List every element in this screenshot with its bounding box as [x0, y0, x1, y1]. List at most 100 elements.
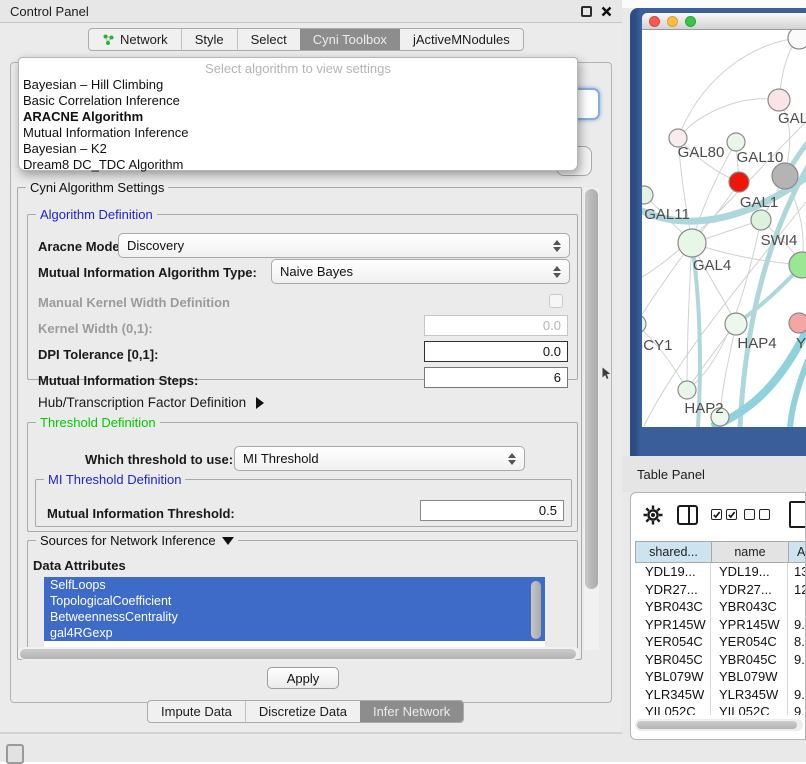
apply-button[interactable]: Apply: [267, 667, 339, 689]
collapse-right-icon: [256, 397, 264, 409]
node-gal4[interactable]: [678, 229, 706, 257]
tab-jactivemnodules[interactable]: jActiveMNodules: [400, 29, 523, 50]
zoom-traffic-light[interactable]: [685, 16, 696, 27]
network-canvas[interactable]: GAL GAL80 GAL10 GAL1 GAL11 SWI4 GAL4 GCY…: [642, 30, 806, 427]
mi-type-combobox[interactable]: Naive Bayes: [271, 259, 570, 284]
node-unlabeled[interactable]: [788, 30, 806, 49]
control-panel-titlebar: Control Panel: [0, 0, 622, 23]
table-row[interactable]: YPR145WYPR145W9.: [635, 616, 806, 634]
algorithm-dropdown-popup: Select algorithm to view settings Bayesi…: [18, 57, 578, 171]
kernel-width-label: Kernel Width (0,1):: [38, 321, 153, 336]
mi-type-value: Naive Bayes: [280, 264, 353, 279]
settings-hscrollbar-thumb[interactable]: [20, 649, 576, 659]
node-label: GAL11: [644, 206, 690, 223]
network-tab-icon: [102, 33, 115, 46]
data-attributes-list[interactable]: SelfLoops TopologicalCoefficient Between…: [44, 577, 545, 647]
network-window-titlebar[interactable]: [642, 13, 806, 30]
table-row[interactable]: YER054CYER054C8.: [635, 633, 806, 651]
node-gal11[interactable]: [642, 186, 653, 204]
node-red[interactable]: [729, 172, 749, 192]
gear-icon[interactable]: [643, 505, 663, 525]
algorithm-option[interactable]: Basic Correlation Inference: [19, 93, 577, 109]
node-gal-pink[interactable]: [768, 89, 790, 111]
table-row[interactable]: YLR345WYLR345W9.: [635, 686, 806, 704]
group-sources-title[interactable]: Sources for Network Inference: [36, 533, 238, 548]
float-panel-icon[interactable]: [581, 6, 592, 17]
table-row[interactable]: YBR045CYBR045C9.: [635, 651, 806, 669]
tab-select[interactable]: Select: [237, 29, 300, 50]
tab-impute-data[interactable]: Impute Data: [148, 701, 245, 722]
node-salmon[interactable]: [789, 313, 806, 333]
control-panel-window: Control Panel Network Style Select Cyni …: [0, 0, 622, 734]
kernel-width-field[interactable]: 0.0: [424, 315, 568, 336]
tab-discretize-data[interactable]: Discretize Data: [245, 701, 360, 722]
node-label: GCY1: [642, 337, 672, 354]
table-row[interactable]: YDL19...YDL19...13: [635, 563, 806, 581]
mi-type-label: Mutual Information Algorithm Type:: [38, 265, 257, 280]
tab-style[interactable]: Style: [181, 29, 237, 50]
table-row[interactable]: YDR27...YDR27...12: [635, 581, 806, 599]
table-row[interactable]: YBL079WYBL079W: [635, 668, 806, 686]
collapsed-panel-button[interactable]: [6, 744, 24, 764]
node-gray[interactable]: [772, 163, 798, 189]
aracne-mode-combobox[interactable]: Discovery: [118, 233, 570, 258]
column-header-name[interactable]: name: [711, 541, 788, 563]
table-panel-title: Table Panel: [637, 467, 705, 482]
algorithm-option[interactable]: Bayesian – Hill Climbing: [19, 77, 577, 93]
minimize-traffic-light[interactable]: [667, 16, 678, 27]
algorithm-option[interactable]: Mutual Information Inference: [19, 125, 577, 141]
attributes-list-scrollbar[interactable]: [531, 581, 541, 639]
control-panel-title: Control Panel: [10, 4, 89, 19]
algorithm-option-selected[interactable]: ARACNE Algorithm: [19, 109, 577, 125]
node-hap4[interactable]: [725, 313, 747, 335]
node-label: GAL4: [693, 257, 731, 274]
table-row[interactable]: YIL052CYIL052C9.: [635, 703, 806, 715]
network-view-window: GAL GAL80 GAL10 GAL1 GAL11 SWI4 GAL4 GCY…: [630, 8, 806, 456]
algorithm-popup-prompt: Select algorithm to view settings: [19, 60, 577, 77]
tab-infer-network[interactable]: Infer Network: [360, 701, 463, 722]
attribute-item[interactable]: gal4RGexp: [44, 625, 545, 641]
dpi-tolerance-field[interactable]: 0.0: [424, 341, 568, 362]
settings-hscrollbar-track[interactable]: [18, 647, 580, 660]
settings-vscrollbar-thumb[interactable]: [585, 189, 598, 589]
algorithm-option[interactable]: Bayesian – K2: [19, 141, 577, 157]
close-panel-icon[interactable]: [601, 6, 612, 17]
node-gal1[interactable]: [751, 210, 771, 230]
table-row[interactable]: YBR043CYBR043C: [635, 598, 806, 616]
checked-pair-icon[interactable]: [711, 509, 737, 520]
data-attributes-label: Data Attributes: [33, 558, 126, 573]
settings-vscrollbar-track[interactable]: [584, 188, 599, 650]
node-hap2[interactable]: [678, 381, 696, 399]
group-threshold-title: Threshold Definition: [36, 415, 160, 430]
attribute-item[interactable]: SelfLoops: [44, 577, 545, 593]
mi-threshold-label: Mutual Information Threshold:: [47, 506, 235, 521]
node-table: YDL19...YDL19...13 YDR27...YDR27...12 YB…: [635, 563, 806, 715]
column-header-clipped[interactable]: A: [788, 541, 806, 563]
mi-steps-field[interactable]: 6: [424, 367, 568, 388]
manual-kernel-checkbox[interactable]: [549, 294, 563, 308]
close-traffic-light[interactable]: [649, 16, 660, 27]
node-label: HAP4: [737, 335, 776, 352]
table-panel-container: shared... name A YDL19...YDL19...13 YDR2…: [630, 492, 806, 740]
tab-network-label: Network: [120, 32, 168, 47]
mi-threshold-field[interactable]: 0.5: [420, 500, 564, 521]
tab-network[interactable]: Network: [89, 29, 181, 50]
group-mi-threshold-title: MI Threshold Definition: [44, 472, 185, 487]
unchecked-pair-icon[interactable]: [744, 509, 770, 520]
mi-steps-label: Mutual Information Steps:: [38, 373, 198, 388]
table-hscrollbar-thumb[interactable]: [637, 721, 797, 729]
column-header-shared-name[interactable]: shared...: [635, 541, 711, 563]
cyni-mode-tabbar: Impute Data Discretize Data Infer Networ…: [147, 700, 464, 723]
table-hscrollbar-track[interactable]: [635, 719, 803, 731]
which-threshold-combobox[interactable]: MI Threshold: [234, 446, 525, 471]
node-label: GAL1: [740, 194, 778, 211]
node-label: GAL80: [678, 144, 725, 161]
attribute-item[interactable]: TopologicalCoefficient: [44, 593, 545, 609]
node-gcy1[interactable]: [642, 315, 646, 333]
algorithm-option[interactable]: Dream8 DC_TDC Algorithm: [19, 157, 577, 173]
tab-cyni-toolbox[interactable]: Cyni Toolbox: [300, 29, 400, 50]
hub-definition-toggle[interactable]: Hub/Transcription Factor Definition: [38, 395, 264, 410]
split-columns-icon[interactable]: [677, 505, 698, 525]
attribute-item[interactable]: BetweennessCentrality: [44, 609, 545, 625]
page-icon[interactable]: [789, 501, 806, 528]
